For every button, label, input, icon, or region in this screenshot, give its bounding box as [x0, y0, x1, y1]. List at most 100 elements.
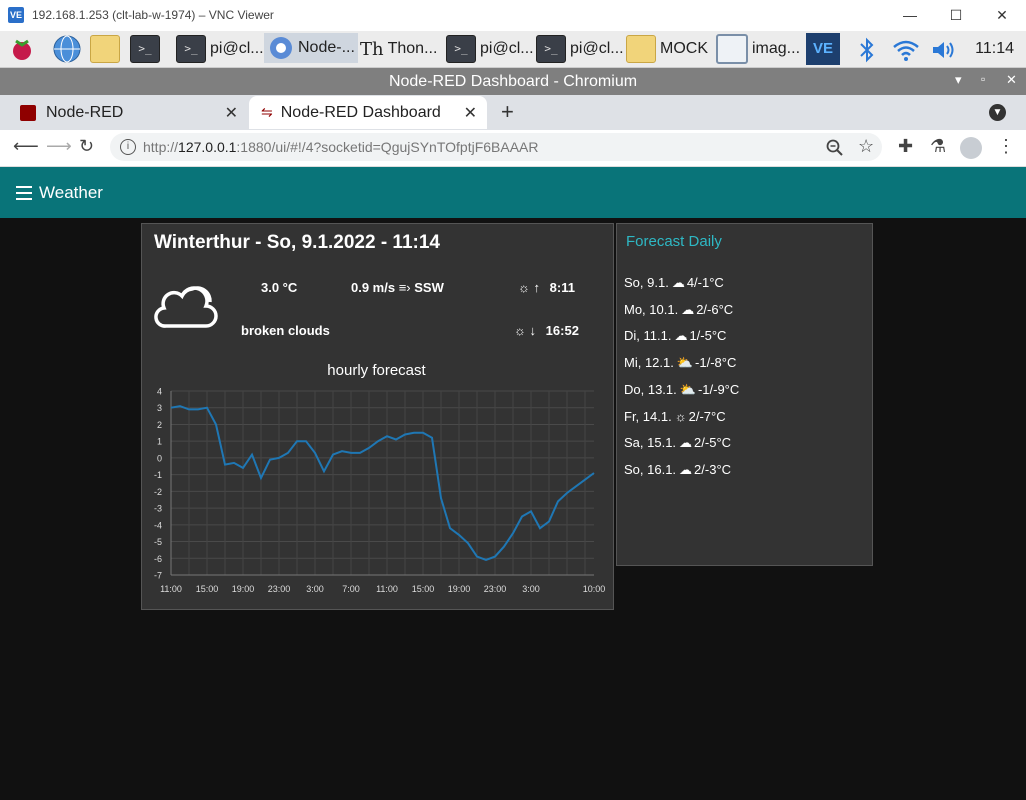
file-manager-launcher[interactable]: [90, 34, 120, 64]
forecast-row: Di, 11.1. ☁ 1/-5°C: [624, 328, 726, 344]
hamburger-menu-icon[interactable]: [16, 186, 32, 204]
extensions-icon[interactable]: ✚: [898, 136, 913, 157]
back-icon[interactable]: ⟵: [13, 136, 39, 157]
forecast-day-label: Fr, 14.1.: [624, 408, 672, 424]
node-red-icon: [20, 104, 36, 121]
taskbar-task-terminal-2[interactable]: >_ pi@cl...: [446, 34, 534, 64]
y-tick-label: 3: [157, 403, 162, 413]
window-menu-icon[interactable]: ▾: [955, 72, 962, 88]
forecast-day-label: Di, 11.1.: [624, 328, 672, 344]
close-tab-icon[interactable]: ✕: [464, 103, 477, 123]
x-tick-label: 11:00: [160, 584, 182, 594]
x-tick-label: 23:00: [484, 584, 507, 594]
x-tick-label: 3:00: [522, 584, 540, 594]
sun-icon: ☼: [674, 408, 687, 424]
forecast-temps: 4/-1°C: [686, 275, 724, 290]
forecast-day-label: Mi, 12.1.: [624, 355, 674, 371]
minimize-button[interactable]: —: [898, 4, 922, 26]
task-label: Thon...: [387, 40, 438, 57]
tab-label: Node-RED: [46, 103, 124, 121]
forecast-row: Fr, 14.1. ☼ 2/-7°C: [624, 409, 726, 424]
forecast-row: Mi, 12.1. ⛅ -1/-8°C: [624, 355, 736, 371]
taskbar-task-image-viewer[interactable]: imag...: [716, 34, 800, 64]
maximize-button[interactable]: ☐: [944, 4, 968, 26]
y-tick-label: -5: [154, 537, 162, 547]
raspberry-icon: [13, 39, 31, 60]
wind-icon: ≡›: [398, 280, 411, 295]
sun-icon: ☼: [518, 280, 530, 295]
cloud-icon: [154, 286, 218, 328]
tab-node-red-dashboard[interactable]: ⇋ Node-RED Dashboard ✕: [249, 96, 487, 129]
labs-icon[interactable]: ⚗: [930, 136, 946, 157]
rain-cloud-icon: ☁: [681, 301, 695, 317]
folder-icon: [626, 35, 656, 63]
cloud-icon: ☁: [679, 461, 693, 477]
y-tick-label: -3: [154, 504, 162, 514]
forecast-row: Mo, 10.1. ☁ 2/-6°C: [624, 302, 733, 318]
new-tab-button[interactable]: +: [501, 99, 514, 125]
forecast-temps: 1/-5°C: [689, 328, 727, 344]
terminal-icon: >_: [536, 35, 566, 63]
arrow-down-icon: ↓: [529, 323, 537, 338]
zoom-icon[interactable]: [826, 139, 844, 157]
sunrise: ☼ ↑ 8:11: [518, 280, 575, 295]
task-label: pi@cl...: [570, 40, 624, 57]
sunset: ☼ ↓ 16:52: [514, 323, 579, 338]
forecast-row: Sa, 15.1. ☁ 2/-5°C: [624, 435, 731, 451]
vnc-logo-icon: VE: [8, 7, 24, 23]
rain-cloud-icon: ☁: [671, 275, 685, 290]
wifi-icon[interactable]: [892, 38, 920, 62]
y-tick-label: -4: [154, 520, 162, 530]
x-tick-label: 3:00: [306, 584, 324, 594]
profile-avatar[interactable]: [960, 137, 982, 159]
forecast-temps: -1/-8°C: [695, 355, 737, 371]
tab-node-red[interactable]: Node-RED ✕: [8, 96, 248, 129]
sun-icon: ☼: [514, 323, 526, 338]
window-close-icon[interactable]: ✕: [1006, 72, 1017, 88]
bookmark-star-icon[interactable]: ☆: [858, 136, 874, 157]
y-tick-label: -2: [154, 487, 162, 497]
terminal-launcher[interactable]: >_: [130, 34, 160, 64]
reload-icon[interactable]: ↻: [79, 136, 94, 157]
taskbar-task-terminal-1[interactable]: >_ pi@cl...: [176, 34, 264, 64]
x-tick-label: 7:00: [342, 584, 360, 594]
vnc-window-title: 192.168.1.253 (clt-lab-w-1974) – VNC Vie…: [32, 8, 274, 22]
task-label: MOCK: [660, 40, 708, 57]
browser-window-title: Node-RED Dashboard - Chromium: [0, 68, 1026, 95]
close-tab-icon[interactable]: ✕: [225, 103, 238, 123]
clock: 11:14: [975, 40, 1014, 57]
forecast-row: Do, 13.1. ⛅ -1/-9°C: [624, 382, 739, 398]
terminal-icon: >_: [446, 35, 476, 63]
arrow-up-icon: ↑: [533, 280, 541, 295]
chart-title: hourly forecast: [327, 362, 426, 379]
tab-search-icon[interactable]: ▼: [989, 104, 1006, 121]
task-label: pi@cl...: [480, 40, 534, 57]
vnc-tray-icon[interactable]: VE: [806, 33, 840, 65]
forecast-row: So, 9.1. ☁ 4/-1°C: [624, 275, 724, 291]
y-tick-label: 0: [157, 453, 162, 463]
volume-icon[interactable]: [930, 38, 958, 62]
forecast-temps: 2/-7°C: [688, 408, 726, 424]
taskbar-task-chromium[interactable]: Node-...: [264, 33, 358, 63]
terminal-icon: >_: [130, 35, 160, 63]
close-window-button[interactable]: ✕: [990, 4, 1014, 26]
forecast-temps: -1/-9°C: [697, 381, 740, 397]
taskbar-task-folder[interactable]: MOCK: [626, 34, 708, 64]
forward-icon[interactable]: ⟶: [46, 136, 72, 157]
taskbar-task-terminal-3[interactable]: >_ pi@cl...: [536, 34, 624, 64]
task-label: imag...: [752, 40, 801, 57]
forecast-temps: 2/-6°C: [696, 301, 734, 317]
taskbar-task-thonny[interactable]: Th Thon...: [360, 34, 437, 64]
url-text[interactable]: http://127.0.0.1:1880/ui/#!/4?socketid=Q…: [143, 139, 539, 155]
chrome-menu-icon[interactable]: ⋮: [997, 136, 1015, 157]
browser-launcher[interactable]: [52, 34, 82, 64]
raspberry-menu-button[interactable]: [8, 34, 36, 64]
site-info-icon[interactable]: i: [120, 139, 136, 155]
forecast-day-label: So, 9.1.: [624, 275, 669, 290]
bluetooth-icon[interactable]: [858, 37, 876, 63]
y-tick-label: 1: [157, 437, 162, 447]
task-label: pi@cl...: [210, 40, 264, 57]
forecast-day-label: Do, 13.1.: [624, 381, 677, 397]
y-tick-label: 2: [157, 420, 162, 430]
window-maximize-icon[interactable]: ▫: [981, 72, 985, 86]
